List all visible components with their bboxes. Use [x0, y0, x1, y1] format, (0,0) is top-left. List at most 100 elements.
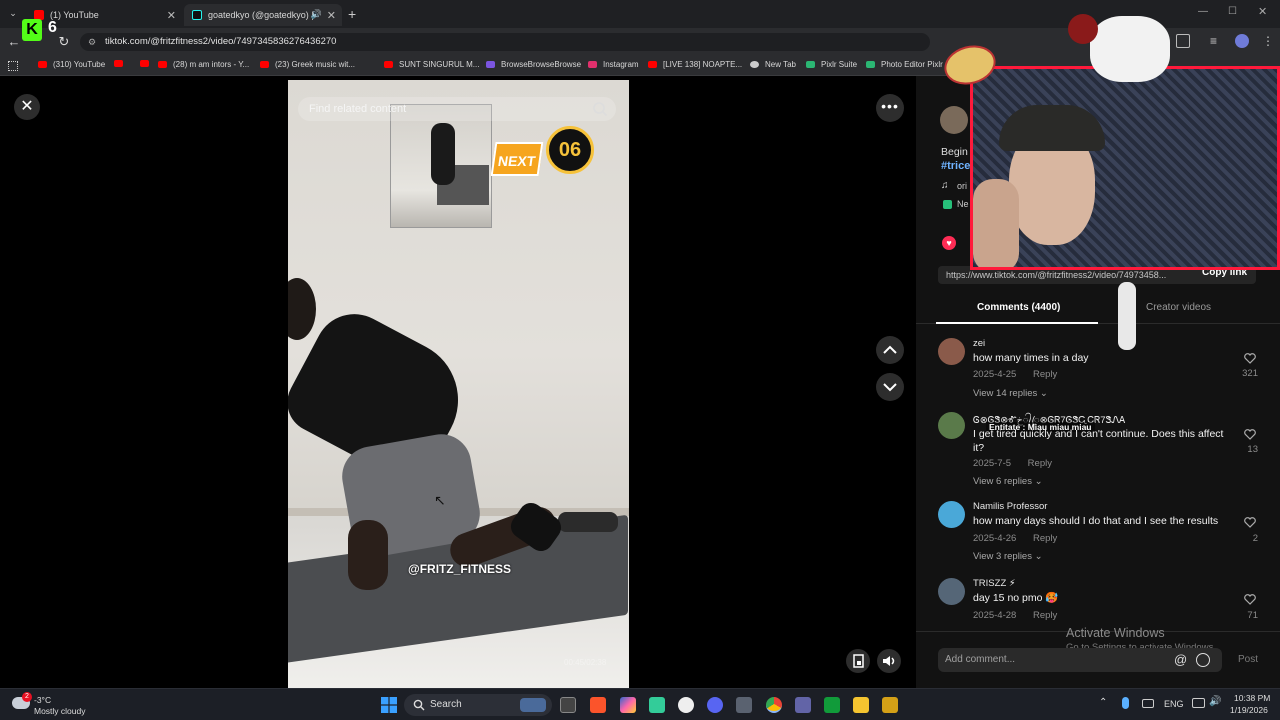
task-view-icon[interactable] [560, 697, 576, 713]
language-indicator[interactable]: ENG [1164, 699, 1184, 709]
music-text[interactable]: ori [957, 181, 967, 191]
tab-comments[interactable]: Comments (4400) [977, 302, 1060, 313]
more-options-icon[interactable]: ••• [876, 94, 904, 122]
avatar[interactable] [938, 338, 965, 365]
reply-button[interactable]: Reply [1033, 610, 1057, 621]
like-count: 13 [1247, 444, 1258, 455]
previous-video-button[interactable] [876, 336, 904, 364]
reply-button[interactable]: Reply [1033, 533, 1057, 544]
next-video-button[interactable] [876, 373, 904, 401]
minimize-button[interactable]: — [1198, 6, 1208, 17]
reply-button[interactable]: Reply [1028, 458, 1052, 469]
bookmark-item[interactable]: (28) m am intors - Y... [158, 60, 249, 69]
view-replies-button[interactable]: View 14 replies ⌄ [973, 388, 1048, 399]
tray-chevron-icon[interactable]: ⌃ [1099, 697, 1107, 708]
comments-tabs: Comments (4400) Creator videos [916, 296, 1280, 324]
taskbar-search[interactable]: Search [404, 694, 552, 716]
clock-date[interactable]: 1/19/2026 [1230, 705, 1268, 715]
keyboard-icon[interactable] [1142, 699, 1154, 708]
bookmark-item[interactable]: Pixlr Suite [806, 60, 857, 69]
bookmark-item[interactable]: BrowseBrowseBrowse [486, 60, 581, 69]
comment-username[interactable]: Namilis Professor [973, 501, 1047, 512]
menu-icon[interactable]: ≡ [1210, 34, 1217, 48]
file-explorer-icon[interactable] [853, 697, 869, 713]
creator-avatar[interactable] [940, 106, 968, 134]
new-tab-button[interactable]: + [348, 6, 356, 22]
heart-icon[interactable] [1244, 517, 1256, 528]
person-head [288, 278, 316, 340]
maximize-button[interactable]: ☐ [1228, 6, 1237, 17]
related-search-input[interactable]: Find related content [298, 97, 616, 121]
brave-icon[interactable] [590, 697, 606, 713]
reply-button[interactable]: Reply [1033, 369, 1057, 380]
avatar[interactable] [938, 501, 965, 528]
bookmark-item[interactable] [140, 60, 155, 67]
tab-creator-videos[interactable]: Creator videos [1146, 302, 1211, 313]
calculator-icon[interactable] [736, 697, 752, 713]
bookmark-item[interactable]: [LIVE 138] NOAPTE... [648, 60, 742, 69]
effect-text[interactable]: Ne [957, 199, 969, 209]
weather-widget[interactable]: 2 -3°C Mostly cloudy [10, 692, 120, 718]
network-icon[interactable] [1192, 698, 1205, 708]
bookmark-item[interactable]: Instagram [588, 60, 639, 69]
github-icon[interactable] [678, 697, 694, 713]
extensions-icon[interactable] [1176, 34, 1190, 48]
like-count: 71 [1247, 610, 1258, 621]
profile-avatar[interactable] [1235, 34, 1249, 48]
like-heart-icon[interactable]: ♥ [942, 236, 956, 250]
view-replies-button[interactable]: View 6 replies ⌄ [973, 476, 1043, 487]
avatar[interactable] [938, 578, 965, 605]
start-button[interactable] [381, 697, 397, 713]
close-tab-icon[interactable]: ✕ [327, 9, 336, 22]
close-tab-icon[interactable]: ✕ [167, 9, 176, 22]
emoji-icon[interactable] [1196, 653, 1210, 667]
tab-tiktok[interactable]: goatedkyo (@goatedkyo) | 🔊 ✕ [184, 4, 342, 26]
close-video-button[interactable]: ✕ [14, 94, 40, 120]
clock-time[interactable]: 10:38 PM [1234, 693, 1270, 703]
tab-list-button[interactable]: ⌄ [6, 6, 20, 20]
youtube-icon [38, 61, 47, 68]
volume-button[interactable] [877, 649, 901, 673]
microphone-icon[interactable] [1122, 697, 1129, 709]
bookmark-item[interactable] [114, 60, 129, 67]
post-button[interactable]: Post [1238, 654, 1258, 665]
add-comment-placeholder: Add comment... [945, 654, 1016, 665]
close-window-button[interactable]: ✕ [1258, 5, 1267, 18]
heart-icon[interactable] [1244, 429, 1256, 440]
roblox-icon[interactable] [882, 697, 898, 713]
comment-username[interactable]: zei [973, 338, 985, 349]
comment-date: 2025-4-28 [973, 610, 1017, 621]
heart-icon[interactable] [1244, 594, 1256, 605]
app-icon[interactable] [649, 697, 665, 713]
tiktok-icon [192, 10, 202, 20]
hashtag-link[interactable]: #trice [941, 160, 970, 172]
video-player[interactable]: NEXT 06 @FRITZ_FITNESS 00:45/02:38 ↖ [288, 80, 629, 688]
heart-icon[interactable] [1244, 353, 1256, 364]
search-icon[interactable] [592, 101, 608, 117]
activate-windows-title: Activate Windows [1066, 626, 1165, 640]
comment-username[interactable]: TRISZZ ⚡ [973, 578, 1016, 589]
vim-icon[interactable] [824, 697, 840, 713]
site-info-icon[interactable]: ⚙ [88, 33, 96, 51]
bookmark-item[interactable]: SUNT SINGURUL M... [384, 60, 479, 69]
discord-icon[interactable] [707, 697, 723, 713]
volume-tray-icon[interactable]: 🔊 [1209, 696, 1221, 707]
more-menu-icon[interactable]: ⋮ [1262, 34, 1274, 48]
speaker-icon[interactable]: 🔊 [311, 9, 322, 20]
pip-button[interactable] [846, 649, 870, 673]
add-comment-input[interactable]: Add comment... @ [938, 648, 1222, 672]
apps-icon[interactable] [8, 61, 18, 71]
bookmark-item[interactable]: Photo Editor Pixlr [866, 60, 943, 69]
reload-button[interactable]: ↻ [56, 34, 72, 50]
mention-icon[interactable]: @ [1174, 648, 1187, 672]
back-button[interactable]: ← [6, 34, 22, 50]
teams-icon[interactable] [795, 697, 811, 713]
avatar[interactable] [938, 412, 965, 439]
bookmark-item[interactable]: (310) YouTube [38, 60, 105, 69]
url-input[interactable]: ⚙ tiktok.com/@fritzfitness2/video/749734… [80, 33, 930, 51]
bookmark-item[interactable]: (23) Greek music wit... [260, 60, 355, 69]
copilot-icon[interactable] [620, 697, 636, 713]
chrome-icon[interactable] [766, 697, 782, 713]
view-replies-button[interactable]: View 3 replies ⌄ [973, 551, 1043, 562]
bookmark-item[interactable]: New Tab [750, 60, 796, 69]
